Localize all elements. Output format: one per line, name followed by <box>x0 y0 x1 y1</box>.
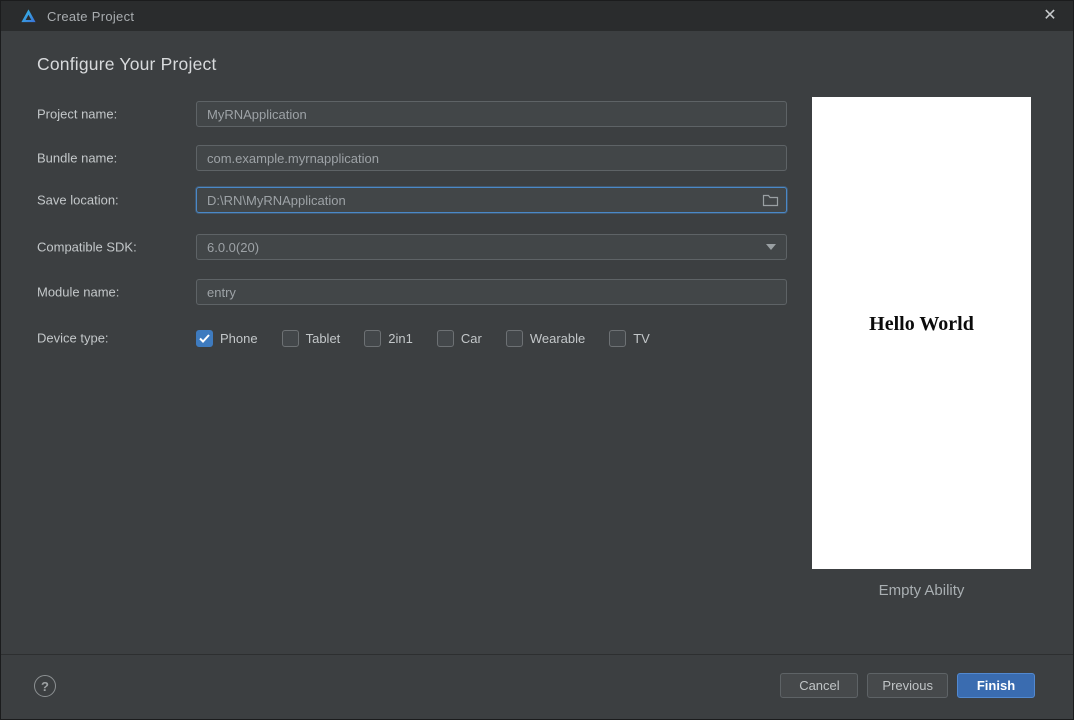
checkbox-label: Phone <box>220 330 258 346</box>
cancel-button[interactable]: Cancel <box>780 673 859 698</box>
checkbox-label: TV <box>633 330 650 346</box>
footer-divider <box>1 654 1073 655</box>
checkbox-phone[interactable]: Phone <box>196 329 258 347</box>
preview-hello-text: Hello World <box>869 312 974 335</box>
module-name-input[interactable] <box>196 279 787 305</box>
close-icon[interactable]: ✕ <box>1027 1 1073 31</box>
browse-folder-button[interactable] <box>760 191 780 209</box>
checkbox-label: Car <box>460 330 482 346</box>
checkbox-unchecked-icon <box>609 329 627 347</box>
checkbox-unchecked-icon <box>281 329 299 347</box>
page-title: Configure Your Project <box>37 54 217 74</box>
checkbox-label: Tablet <box>305 330 341 346</box>
checkbox-wearable[interactable]: Wearable <box>505 329 586 347</box>
help-icon[interactable]: ? <box>34 675 56 697</box>
checkbox-label: Wearable <box>529 330 586 346</box>
checkbox-car[interactable]: Car <box>436 329 482 347</box>
finish-button[interactable]: Finish <box>957 673 1035 698</box>
compatible-sdk-value: 6.0.0(20) <box>207 239 260 255</box>
compatible-sdk-label: Compatible SDK: <box>37 239 137 255</box>
footer-buttons: Cancel Previous Finish <box>780 673 1035 698</box>
module-name-label: Module name: <box>37 284 120 300</box>
preview-caption: Empty Ability <box>878 582 965 599</box>
chevron-down-icon <box>766 244 776 250</box>
previous-button[interactable]: Previous <box>867 673 948 698</box>
preview-screen: Hello World <box>812 97 1031 569</box>
bundle-name-label: Bundle name: <box>37 150 118 166</box>
checkbox-tablet[interactable]: Tablet <box>281 329 341 347</box>
project-name-input[interactable] <box>196 101 787 127</box>
project-name-label: Project name: <box>37 106 118 122</box>
checkbox-unchecked-icon <box>436 329 454 347</box>
compatible-sdk-select[interactable]: 6.0.0(20) <box>196 234 787 260</box>
window-title: Create Project <box>47 8 135 24</box>
device-type-options: Phone Tablet 2in1 Car Wearable TV <box>196 325 650 351</box>
save-location-input[interactable] <box>196 187 787 213</box>
folder-icon <box>762 194 778 207</box>
checkbox-tv[interactable]: TV <box>609 329 650 347</box>
bundle-name-input[interactable] <box>196 145 787 171</box>
save-location-label: Save location: <box>37 192 119 208</box>
titlebar: Create Project ✕ <box>1 1 1073 31</box>
checkbox-unchecked-icon <box>364 329 382 347</box>
deveco-logo-icon <box>20 8 37 25</box>
checkbox-checked-icon <box>196 329 213 347</box>
checkbox-unchecked-icon <box>505 329 523 347</box>
checkbox-2in1[interactable]: 2in1 <box>364 329 413 347</box>
create-project-dialog: Create Project ✕ Configure Your Project … <box>0 0 1074 720</box>
device-type-label: Device type: <box>37 330 109 346</box>
checkbox-label: 2in1 <box>388 330 413 346</box>
